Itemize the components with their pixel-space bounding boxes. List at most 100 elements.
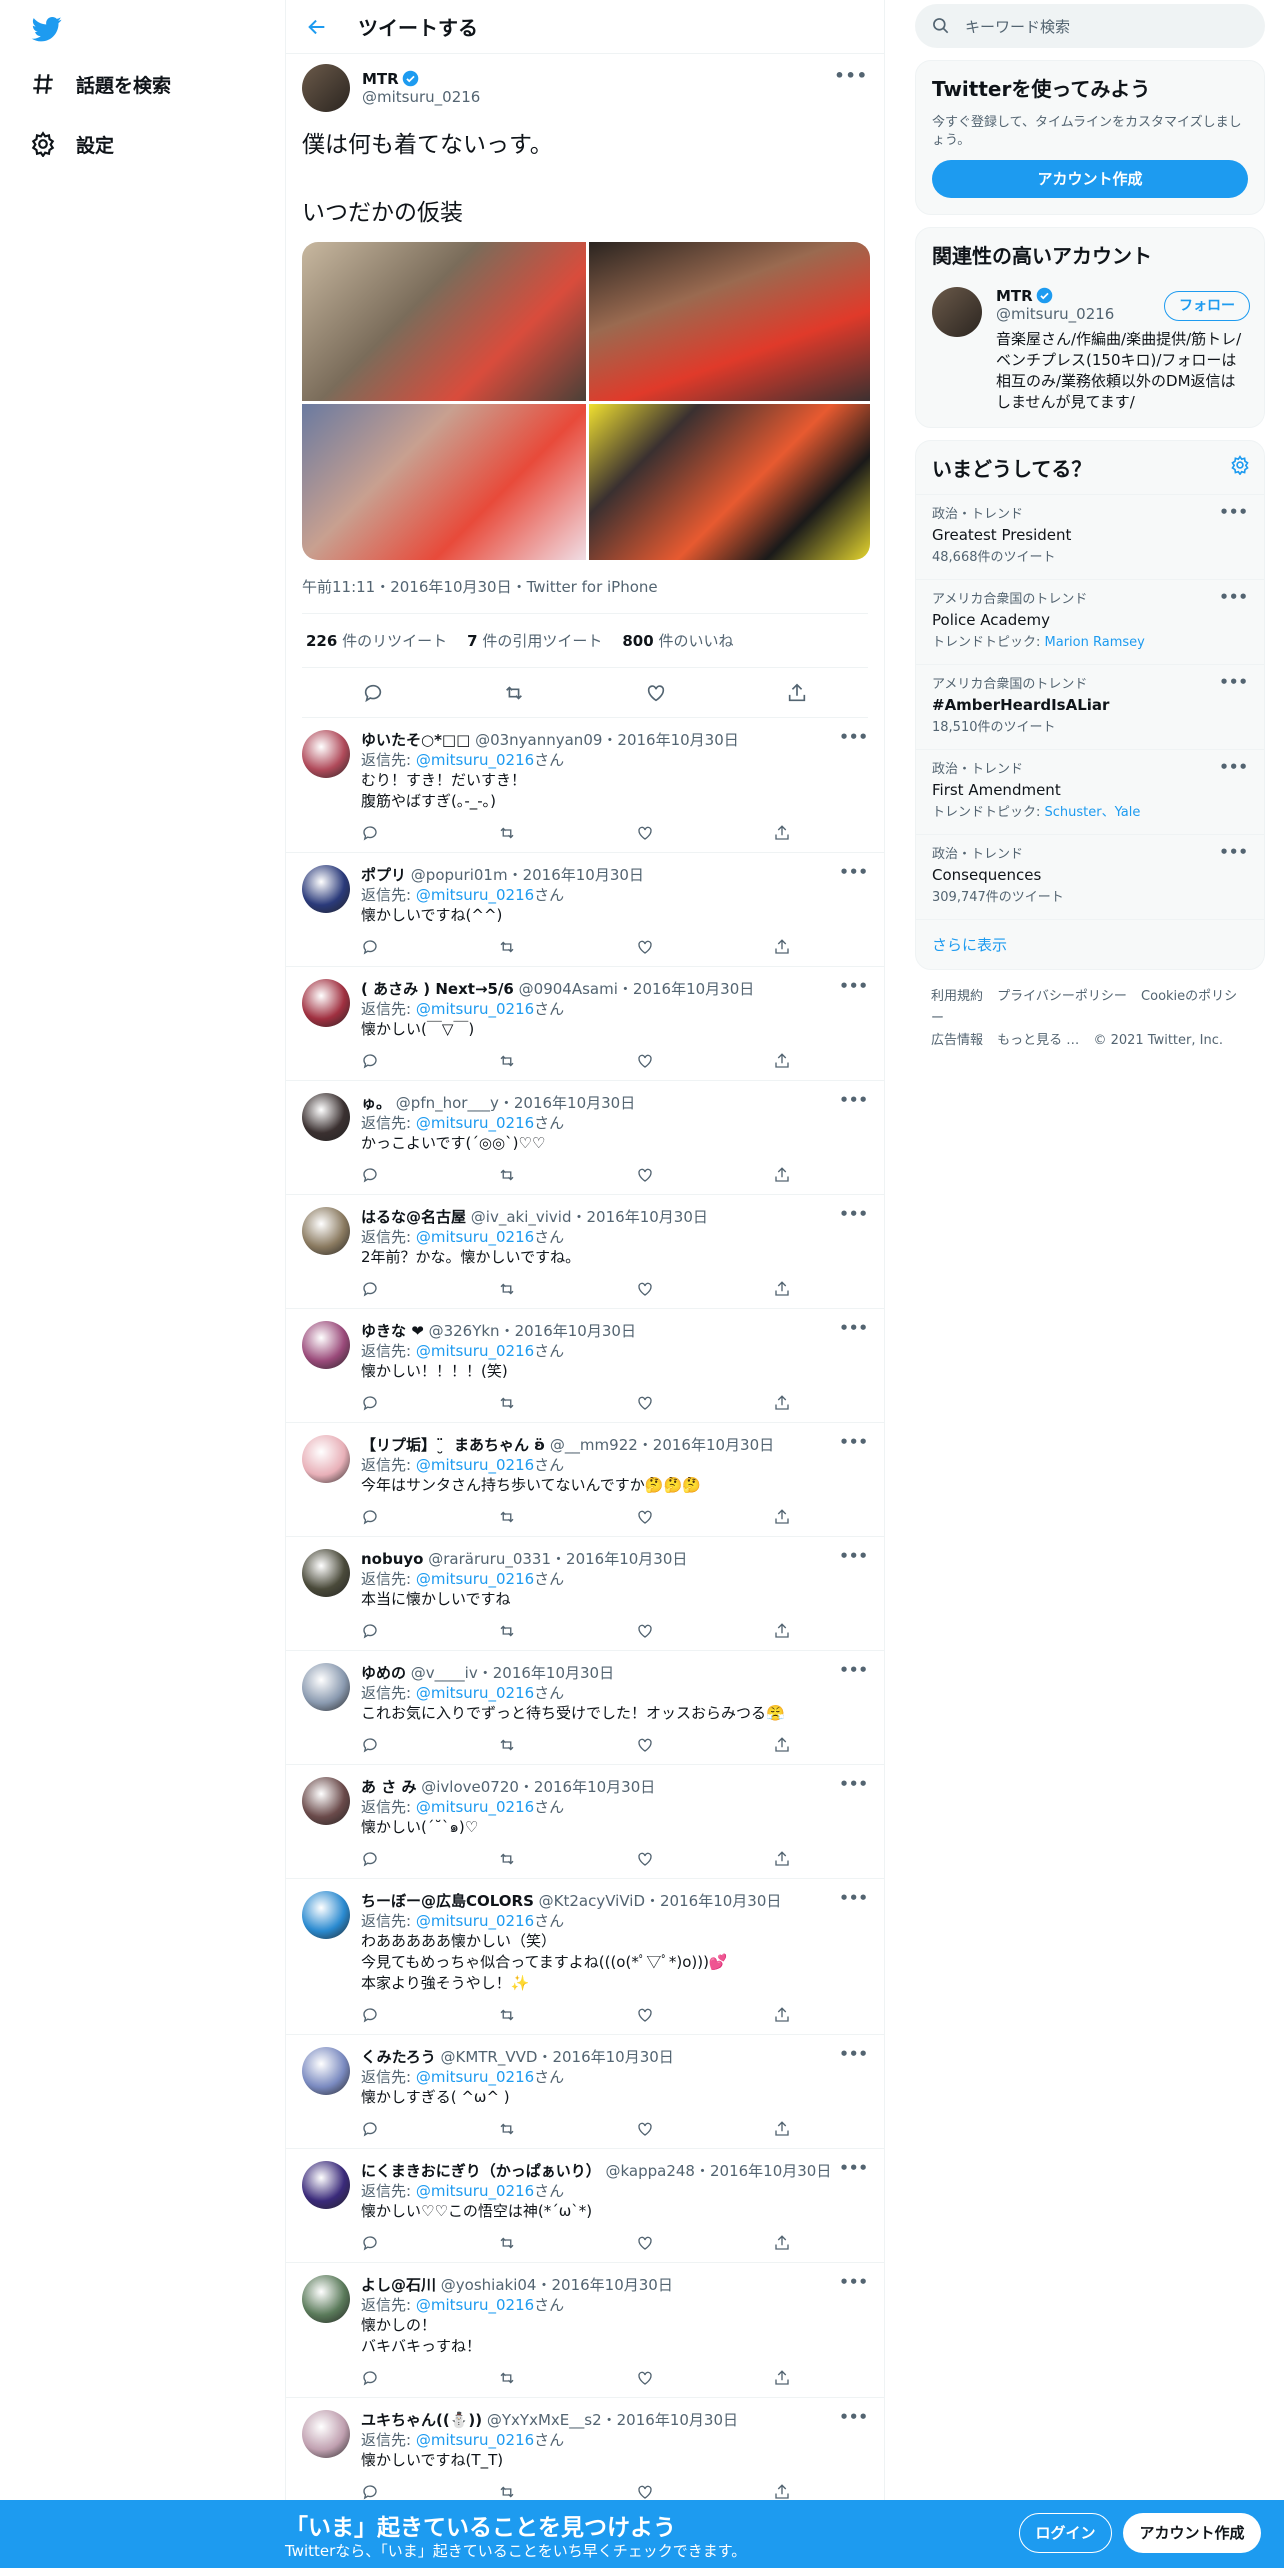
reply-tweet[interactable]: ••• ゆいたそ○*□□ @03nyannyan09・2016年10月30日 返… xyxy=(286,718,884,853)
signup-button[interactable]: アカウント作成 xyxy=(1123,2513,1261,2553)
reply-date[interactable]: 2016年10月30日 xyxy=(660,1892,781,1910)
like-icon[interactable] xyxy=(636,938,654,956)
more-options-icon[interactable]: ••• xyxy=(839,1889,868,1907)
footer-link[interactable]: 広告情報 xyxy=(931,1033,983,1048)
trend-name[interactable]: #AmberHeardIsALiar xyxy=(932,695,1248,715)
more-options-icon[interactable]: ••• xyxy=(839,977,868,995)
tweet-photo[interactable] xyxy=(302,404,586,560)
reply-mention-link[interactable]: @mitsuru_0216 xyxy=(416,751,534,769)
reply-icon[interactable] xyxy=(361,2006,379,2024)
reply-tweet[interactable]: ••• ユキちゃん((⛄)) @YxYxMxE__s2・2016年10月30日 … xyxy=(286,2398,884,2512)
share-icon[interactable] xyxy=(773,1394,791,1412)
share-icon[interactable] xyxy=(786,682,808,704)
reply-author-handle[interactable]: @v____iv xyxy=(411,1664,478,1682)
reply-avatar[interactable] xyxy=(302,1891,350,1939)
reply-tweet[interactable]: ••• にくまきおにぎり（かっぱぁいり） @kappa248・2016年10月3… xyxy=(286,2149,884,2263)
reply-icon[interactable] xyxy=(361,938,379,956)
reply-mention-link[interactable]: @mitsuru_0216 xyxy=(416,1570,534,1588)
nav-settings[interactable]: 設定 xyxy=(30,124,114,164)
reply-avatar[interactable] xyxy=(302,730,350,778)
more-options-icon[interactable]: ••• xyxy=(839,1319,868,1337)
more-options-icon[interactable]: ••• xyxy=(839,2408,868,2426)
share-icon[interactable] xyxy=(773,1052,791,1070)
reply-avatar[interactable] xyxy=(302,1321,350,1369)
reply-icon[interactable] xyxy=(361,1736,379,1754)
reply-author-name[interactable]: あ さ み xyxy=(361,1778,416,1796)
trend-item[interactable]: ••• アメリカ合衆国のトレンド #AmberHeardIsALiar 18,5… xyxy=(916,664,1264,749)
gear-icon[interactable] xyxy=(1230,455,1250,475)
reply-tweet[interactable]: ••• ゅ。 @pfn_hor___y・2016年10月30日 返信先: @mi… xyxy=(286,1081,884,1195)
like-icon[interactable] xyxy=(636,1166,654,1184)
retweet-icon[interactable] xyxy=(498,1508,516,1526)
reply-date[interactable]: 2016年10月30日 xyxy=(493,1664,614,1682)
reply-author-name[interactable]: くみたろう xyxy=(361,2048,436,2066)
reply-icon[interactable] xyxy=(361,2369,379,2387)
retweet-icon[interactable] xyxy=(498,2369,516,2387)
more-options-icon[interactable]: ••• xyxy=(839,1547,868,1565)
more-options-icon[interactable]: ••• xyxy=(1219,503,1248,521)
reply-author-handle[interactable]: @pfn_hor___y xyxy=(396,1094,499,1112)
retweet-icon[interactable] xyxy=(498,1736,516,1754)
share-icon[interactable] xyxy=(773,1850,791,1868)
tweet-photo[interactable] xyxy=(589,242,870,401)
reply-icon[interactable] xyxy=(362,682,384,704)
related-avatar[interactable] xyxy=(932,287,982,337)
reply-mention-link[interactable]: @mitsuru_0216 xyxy=(416,886,534,904)
reply-date[interactable]: 2016年10月30日 xyxy=(552,2048,673,2066)
reply-author-handle[interactable]: @raräruru_0331 xyxy=(428,1550,551,1568)
reply-author-name[interactable]: nobuyo xyxy=(361,1550,423,1568)
more-options-icon[interactable]: ••• xyxy=(839,1205,868,1223)
more-options-icon[interactable]: ••• xyxy=(1219,843,1248,861)
reply-tweet[interactable]: ••• ちーぼー@広島COLORS @Kt2acyViViD・2016年10月3… xyxy=(286,1879,884,2035)
reply-icon[interactable] xyxy=(361,1166,379,1184)
reply-mention-link[interactable]: @mitsuru_0216 xyxy=(416,1798,534,1816)
reply-icon[interactable] xyxy=(361,1280,379,1298)
share-icon[interactable] xyxy=(773,1280,791,1298)
retweet-icon[interactable] xyxy=(498,1280,516,1298)
retweet-icon[interactable] xyxy=(498,1394,516,1412)
like-icon[interactable] xyxy=(636,1736,654,1754)
reply-author-name[interactable]: ゆきな ❤ xyxy=(361,1322,424,1340)
like-icon[interactable] xyxy=(636,2234,654,2252)
trend-name[interactable]: Police Academy xyxy=(932,610,1248,630)
share-icon[interactable] xyxy=(773,938,791,956)
reply-avatar[interactable] xyxy=(302,1549,350,1597)
trend-item[interactable]: ••• アメリカ合衆国のトレンド Police Academy トレンドトピック… xyxy=(916,579,1264,664)
reply-tweet[interactable]: ••• ( あさみ ) Next→5/6 @0904Asami・2016年10月… xyxy=(286,967,884,1081)
reply-date[interactable]: 2016年10月30日 xyxy=(566,1550,687,1568)
likes-stat[interactable]: 800 件のいいね xyxy=(622,630,733,651)
reply-mention-link[interactable]: @mitsuru_0216 xyxy=(416,1114,534,1132)
tweet-photo[interactable] xyxy=(302,242,586,401)
reply-mention-link[interactable]: @mitsuru_0216 xyxy=(416,1684,534,1702)
reply-author-name[interactable]: ゆいたそ○*□□ xyxy=(361,731,470,749)
more-options-icon[interactable]: ••• xyxy=(1219,673,1248,691)
retweets-stat[interactable]: 226 件のリツイート xyxy=(306,630,447,651)
like-icon[interactable] xyxy=(636,2483,654,2501)
more-options-icon[interactable]: ••• xyxy=(1219,588,1248,606)
reply-author-handle[interactable]: @popuri01m xyxy=(411,866,508,884)
like-icon[interactable] xyxy=(636,824,654,842)
reply-avatar[interactable] xyxy=(302,1093,350,1141)
reply-author-handle[interactable]: @0904Asami xyxy=(519,980,618,998)
like-icon[interactable] xyxy=(636,1850,654,1868)
retweet-icon[interactable] xyxy=(498,2006,516,2024)
reply-date[interactable]: 2016年10月30日 xyxy=(587,1208,708,1226)
reply-author-handle[interactable]: @03nyannyan09 xyxy=(475,731,602,749)
reply-author-handle[interactable]: @kappa248 xyxy=(605,2162,694,2180)
retweet-icon[interactable] xyxy=(498,2483,516,2501)
more-options-icon[interactable]: ••• xyxy=(839,1433,868,1451)
login-button[interactable]: ログイン xyxy=(1019,2513,1112,2553)
reply-date[interactable]: 2016年10月30日 xyxy=(534,1778,655,1796)
author-name[interactable]: MTR xyxy=(362,70,399,88)
share-icon[interactable] xyxy=(773,1622,791,1640)
reply-mention-link[interactable]: @mitsuru_0216 xyxy=(416,1912,534,1930)
reply-tweet[interactable]: ••• ゆめの @v____iv・2016年10月30日 返信先: @mitsu… xyxy=(286,1651,884,1765)
more-options-icon[interactable]: ••• xyxy=(839,2159,868,2177)
reply-tweet[interactable]: ••• 【リプ垢】¨̮ ‬ まあちゃん ʚ̈ @__mm922・2016年10月… xyxy=(286,1423,884,1537)
retweet-icon[interactable] xyxy=(498,1850,516,1868)
reply-mention-link[interactable]: @mitsuru_0216 xyxy=(416,2431,534,2449)
trend-item[interactable]: ••• 政治・トレンド First Amendment トレンドトピック: Sc… xyxy=(916,749,1264,834)
more-options-icon[interactable]: ••• xyxy=(834,66,868,85)
reply-author-name[interactable]: ポプリ xyxy=(361,866,406,884)
reply-author-name[interactable]: はるな@名古屋 xyxy=(361,1208,466,1226)
